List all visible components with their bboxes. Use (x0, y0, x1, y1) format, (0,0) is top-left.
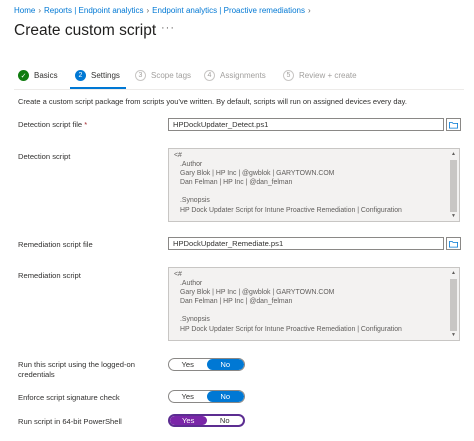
toggle-yes[interactable]: Yes (169, 359, 207, 370)
step-label: Basics (34, 71, 58, 80)
label-line: credentials (18, 369, 55, 379)
code-line: .Author (180, 280, 203, 288)
more-options-icon[interactable]: ··· (161, 22, 175, 34)
code-line: <# (174, 152, 182, 159)
code-line: Dan Felman | HP Inc | @dan_felman (180, 298, 293, 306)
folder-icon (449, 121, 458, 129)
chevron-right-icon: › (146, 6, 150, 15)
code-line: Gary Blok | HP Inc | @gwblok | GARYTOWN.… (180, 289, 335, 297)
remediation-script-editor[interactable]: <# .Author Gary Blok | HP Inc | @gwblok … (168, 267, 460, 341)
scroll-up-icon[interactable]: ▲ (449, 269, 458, 277)
step-scope-tags[interactable]: 3 Scope tags (135, 70, 191, 81)
step-number: 2 (75, 70, 86, 81)
intro-text: Create a custom script package from scri… (18, 97, 407, 106)
scroll-down-icon[interactable]: ▼ (449, 212, 458, 220)
code-line: .Synopsis (180, 197, 210, 205)
toggle-no[interactable]: No (206, 391, 244, 402)
run-64bit-label: Run script in 64-bit PowerShell (18, 417, 122, 426)
scroll-thumb[interactable] (450, 279, 457, 331)
detection-file-input[interactable]: HPDockUpdater_Detect.ps1 (168, 118, 444, 131)
checkmark-icon: ✓ (18, 70, 29, 81)
toggle-yes[interactable]: Yes (170, 416, 207, 425)
remediation-file-input[interactable]: HPDockUpdater_Remediate.ps1 (168, 237, 444, 250)
code-line: HP Dock Updater Script for Intune Proact… (180, 325, 402, 333)
browse-remediation-button[interactable] (446, 237, 461, 250)
step-label: Review + create (299, 71, 357, 80)
folder-icon (449, 240, 458, 248)
breadcrumb: Home › Reports | Endpoint analytics › Endpoi… (14, 6, 314, 15)
page-title: Create custom script (14, 22, 157, 39)
code-line: HP Dock Updater Script for Intune Proact… (180, 206, 402, 214)
enforce-signature-label: Enforce script signature check (18, 393, 120, 402)
chevron-right-icon: › (38, 6, 42, 15)
wizard-steps: ✓ Basics 2 Settings 3 Scope tags 4 Assig… (18, 70, 468, 86)
scrollbar[interactable]: ▲ ▼ (449, 269, 458, 339)
toggle-no[interactable]: No (207, 416, 244, 425)
step-review-create[interactable]: 5 Review + create (283, 70, 357, 81)
code-line: .Synopsis (180, 316, 210, 324)
step-label: Assignments (220, 71, 266, 80)
step-number: 4 (204, 70, 215, 81)
detection-script-editor[interactable]: <# .Author Gary Blok | HP Inc | @gwblok … (168, 148, 460, 222)
breadcrumb-proactive-remediations[interactable]: Endpoint analytics | Proactive remediati… (152, 6, 305, 15)
step-assignments[interactable]: 4 Assignments (204, 70, 266, 81)
step-basics[interactable]: ✓ Basics (18, 70, 58, 81)
breadcrumb-reports[interactable]: Reports | Endpoint analytics (44, 6, 143, 15)
label-text: Detection script file (18, 120, 83, 129)
run-64bit-toggle[interactable]: Yes No (168, 414, 245, 427)
code-line: Dan Felman | HP Inc | @dan_felman (180, 179, 293, 187)
step-label: Settings (91, 71, 120, 80)
toggle-no[interactable]: No (206, 359, 244, 370)
scrollbar[interactable]: ▲ ▼ (449, 150, 458, 220)
divider (14, 89, 464, 90)
remediation-script-label: Remediation script (18, 271, 81, 280)
code-line: .Author (180, 161, 203, 169)
step-number: 3 (135, 70, 146, 81)
breadcrumb-home[interactable]: Home (14, 6, 35, 15)
scroll-thumb[interactable] (450, 160, 457, 212)
step-label: Scope tags (151, 71, 192, 80)
chevron-right-icon: › (307, 6, 311, 15)
detection-file-label: Detection script file * (18, 120, 87, 129)
step-settings[interactable]: 2 Settings (75, 70, 120, 81)
run-logged-on-label: Run this script using the logged-on cred… (18, 360, 135, 379)
scroll-up-icon[interactable]: ▲ (449, 150, 458, 158)
code-line: <# (174, 271, 182, 278)
code-line: Gary Blok | HP Inc | @gwblok | GARYTOWN.… (180, 170, 335, 178)
required-marker: * (84, 120, 88, 129)
enforce-signature-toggle[interactable]: Yes No (168, 390, 245, 403)
toggle-yes[interactable]: Yes (169, 391, 207, 402)
remediation-file-label: Remediation script file (18, 240, 93, 249)
run-logged-on-toggle[interactable]: Yes No (168, 358, 245, 371)
browse-detection-button[interactable] (446, 118, 461, 131)
label-line: Run this script using the logged-on (18, 360, 135, 369)
detection-script-label: Detection script (18, 152, 71, 161)
step-number: 5 (283, 70, 294, 81)
scroll-down-icon[interactable]: ▼ (449, 331, 458, 339)
